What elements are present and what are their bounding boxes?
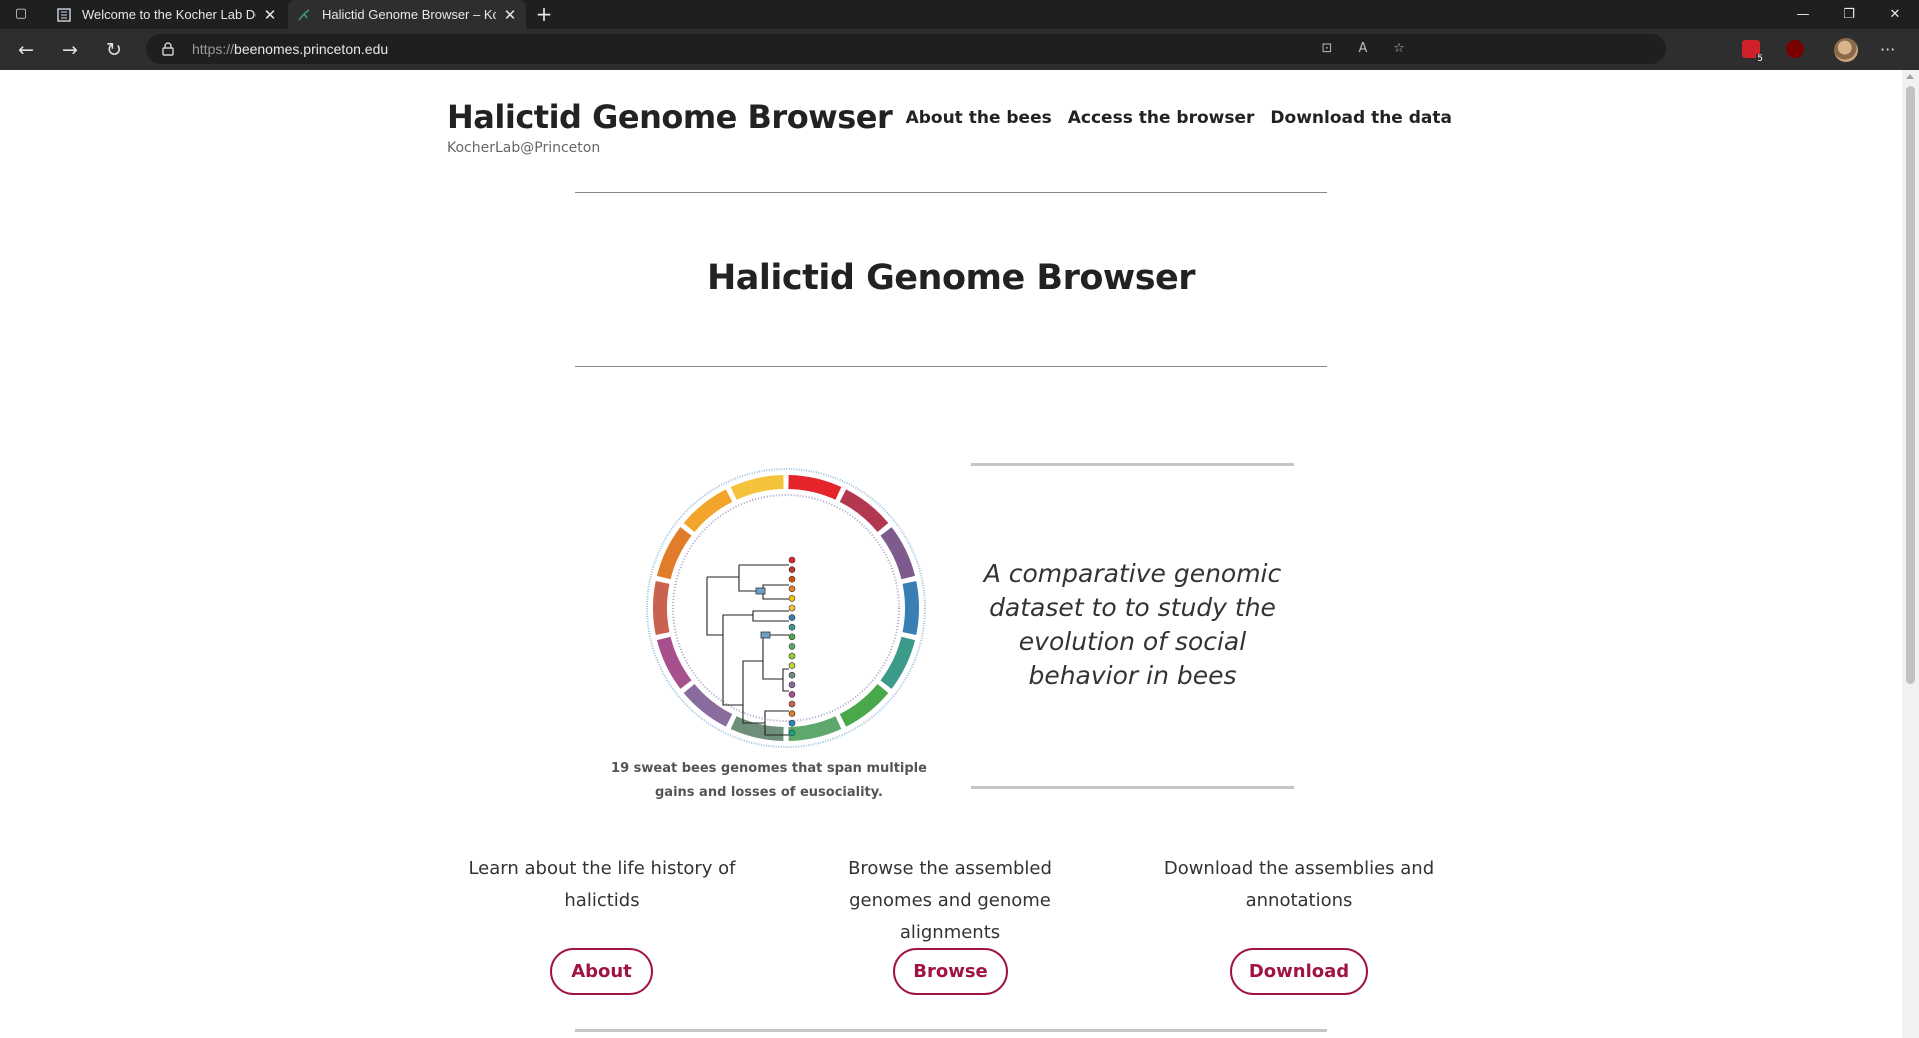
ring-segment (902, 581, 919, 635)
tree-tip-marker (788, 623, 796, 631)
new-tab-icon[interactable]: + (533, 3, 555, 25)
site-title[interactable]: Halictid Genome Browser (447, 98, 893, 136)
tree-tip-marker (788, 719, 796, 727)
tree-tip-marker (788, 662, 796, 669)
lock-icon[interactable] (160, 41, 176, 57)
read-aloud-icon[interactable]: A (1354, 41, 1372, 57)
tree-tip-marker (788, 595, 796, 602)
nav-download-the-data[interactable]: Download the data (1270, 108, 1452, 128)
ublock-icon[interactable] (1786, 40, 1804, 58)
tab-kocher-lab-docs[interactable]: Welcome to the Kocher Lab Docs ✕ (48, 0, 286, 29)
close-tab-icon[interactable]: ✕ (262, 6, 278, 24)
bottom-divider (575, 1029, 1327, 1032)
address-bar[interactable]: https://beenomes.princeton.edu ⊡ A ☆ (146, 34, 1666, 64)
tree-tip-marker (788, 643, 796, 650)
tab-halictid-genome-browser[interactable]: Halictid Genome Browser – Kocher Lab ✕ (288, 0, 526, 29)
site-nav: About the bees Access the browser Downlo… (906, 108, 1452, 128)
close-window-icon[interactable]: ✕ (1872, 0, 1918, 29)
feature-about: Learn about the life history of halictid… (457, 853, 747, 917)
figure-ring (653, 475, 919, 741)
tree-tip-marker (788, 575, 796, 583)
quote-rule-top (971, 463, 1294, 466)
feature-download: Download the assemblies and annotations (1154, 853, 1444, 917)
feature-download-text: Download the assemblies and annotations (1163, 858, 1435, 911)
extension-badge: 5 (1756, 54, 1764, 64)
divider (575, 366, 1327, 367)
restore-icon[interactable]: ❐ (1826, 0, 1872, 29)
scroll-up-icon[interactable] (1906, 74, 1914, 79)
scroll-thumb[interactable] (1906, 86, 1915, 684)
docs-favicon-icon (56, 7, 72, 23)
ring-segment (880, 636, 916, 689)
ring-segment (730, 475, 784, 500)
feature-browse-text: Browse the assembled genomes and genome … (848, 858, 1052, 943)
site-subtitle: KocherLab@Princeton (447, 140, 601, 156)
ring-segment (839, 683, 889, 727)
nav-about-the-bees[interactable]: About the bees (906, 108, 1052, 128)
feature-about-text: Learn about the life history of halictid… (468, 858, 736, 911)
ring-segment (656, 527, 692, 580)
phylogeny-figure (646, 468, 926, 748)
tree-node-marker (760, 631, 771, 639)
ring-segment (788, 716, 842, 741)
quote-rule-bottom (971, 786, 1294, 789)
tree-tip-marker (788, 710, 796, 717)
hero-title: Halictid Genome Browser (706, 258, 1196, 298)
ring-segment (683, 489, 733, 533)
browser-toolbar: ← → ↻ https://beenomes.princeton.edu ⊡ A… (0, 29, 1919, 70)
reload-icon[interactable]: ↻ (102, 38, 126, 62)
figure-outer-trace (646, 468, 926, 748)
tree-tip-marker (788, 700, 796, 708)
tab-bar: ▢ Welcome to the Kocher Lab Docs ✕ Halic… (0, 0, 1919, 29)
site-favicon-icon (296, 7, 312, 23)
tree-tip-marker (788, 566, 796, 573)
tagline-quote: A comparative genomic dataset to to stud… (983, 559, 1282, 690)
extension-icon[interactable]: 5 (1742, 40, 1764, 64)
forward-icon[interactable]: → (58, 38, 82, 62)
tab-label: Welcome to the Kocher Lab Docs (82, 7, 256, 22)
about-button[interactable]: About (550, 948, 653, 995)
page-scrollbar[interactable] (1902, 70, 1919, 1038)
ring-segment (730, 716, 784, 741)
divider (575, 192, 1327, 193)
ring-segment (653, 581, 670, 635)
tree-node-marker (755, 587, 766, 595)
download-button[interactable]: Download (1230, 948, 1368, 995)
tree-tip-marker (788, 691, 796, 698)
ring-segment (656, 636, 692, 689)
tree-tip-marker (788, 633, 796, 641)
browse-button[interactable]: Browse (893, 948, 1008, 995)
tab-label: Halictid Genome Browser – Kocher Lab (322, 7, 496, 22)
ring-segment (788, 475, 842, 500)
close-tab-icon[interactable]: ✕ (502, 6, 518, 24)
page-viewport: Halictid Genome Browser KocherLab@Prince… (0, 70, 1919, 1038)
tree-tip-marker (788, 585, 796, 593)
tree-tip-marker (788, 556, 796, 564)
profile-avatar[interactable] (1834, 38, 1858, 62)
feature-browse: Browse the assembled genomes and genome … (805, 853, 1095, 949)
add-favorite-icon[interactable]: ☆ (1390, 41, 1408, 57)
tree-tip-marker (788, 681, 796, 689)
tree-tip-marker (788, 614, 796, 621)
tree-tip-marker (788, 729, 796, 737)
app-available-icon[interactable]: ⊡ (1318, 41, 1336, 57)
figure-caption: 19 sweat bees genomes that span multiple… (611, 761, 927, 800)
tab-actions-icon[interactable]: ▢ (12, 6, 30, 22)
ring-segment (880, 527, 916, 580)
nav-access-the-browser[interactable]: Access the browser (1068, 108, 1255, 128)
tree-tip-marker (788, 671, 796, 679)
tree-tip-marker (788, 652, 796, 660)
tree-tip-marker (788, 604, 796, 612)
back-icon[interactable]: ← (14, 38, 38, 62)
url-text[interactable]: https://beenomes.princeton.edu (192, 41, 388, 57)
minimize-icon[interactable]: — (1780, 0, 1826, 29)
tree-tip-markers (788, 556, 796, 737)
ring-segment (839, 489, 889, 533)
more-menu-icon[interactable]: ··· (1880, 38, 1895, 62)
